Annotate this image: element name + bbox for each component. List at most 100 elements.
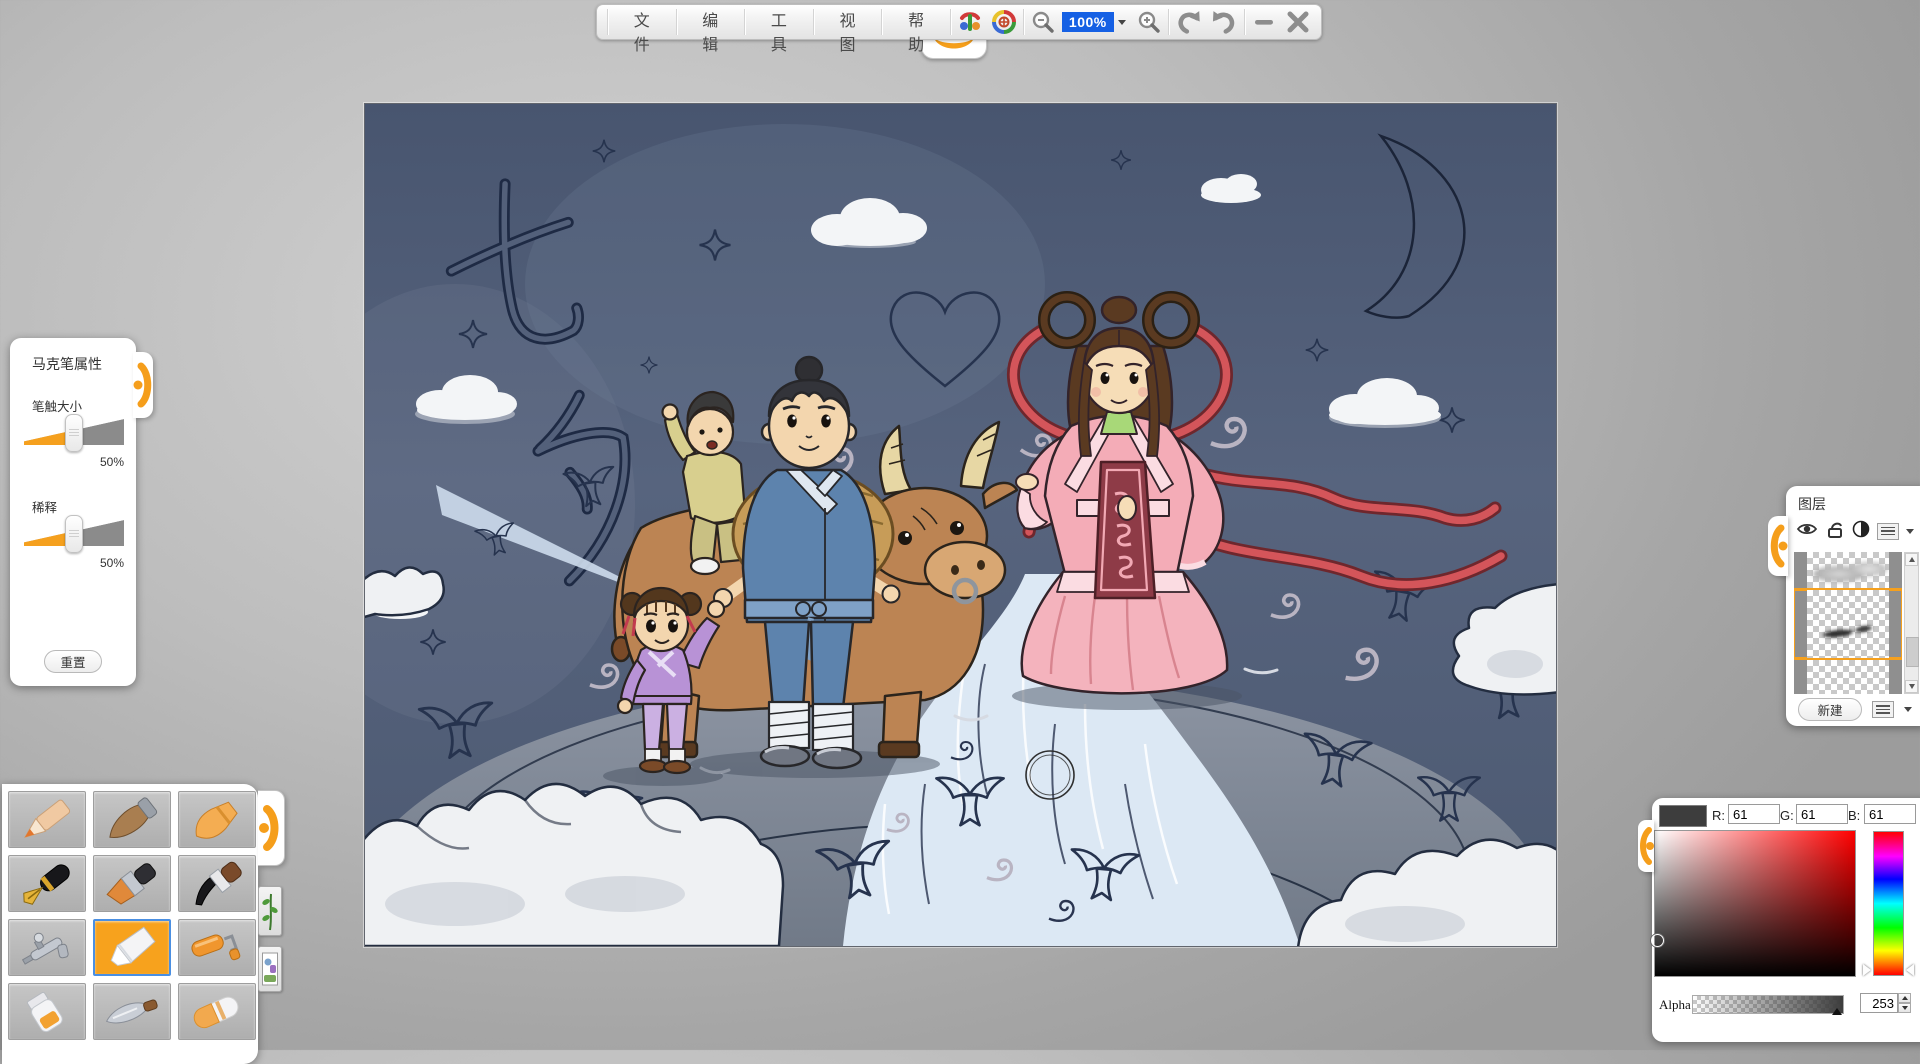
alpha-spin-up[interactable]: [1898, 993, 1911, 1003]
red-field[interactable]: [1728, 804, 1780, 824]
toolbar-divider: [1244, 9, 1246, 35]
zoom-level-field[interactable]: 100%: [1061, 12, 1114, 32]
toolbar-divider: [606, 9, 608, 35]
zoom-level-value: 100%: [1068, 14, 1107, 30]
toolbar-divider: [744, 9, 746, 35]
orange-grip-icon: [1770, 524, 1788, 568]
tool-eraser[interactable]: [178, 983, 256, 1040]
drawing-canvas[interactable]: [364, 103, 1557, 947]
layer-row-sketch-selected[interactable]: [1794, 588, 1902, 660]
scroll-down-arrow[interactable]: [1905, 680, 1918, 693]
toolbar-divider: [949, 9, 951, 35]
menu-file[interactable]: 文件: [610, 7, 674, 54]
tool-fountain-pen[interactable]: [8, 855, 86, 912]
layer-options-icon[interactable]: [1872, 701, 1894, 718]
menu-edit[interactable]: 编辑: [679, 7, 743, 54]
layer-thumbnail: [1807, 590, 1889, 658]
layer-thumbnail: [1807, 660, 1889, 694]
green-label: G:: [1780, 808, 1794, 823]
dilution-value: 50%: [99, 556, 124, 570]
dilution-label: 稀释: [32, 501, 58, 515]
alpha-label: Alpha: [1659, 997, 1691, 1012]
zoom-out-button[interactable]: [1026, 7, 1060, 37]
main-toolbar: 文件 编辑 工具 视图 帮助 100%: [596, 4, 1322, 54]
tool-crayon[interactable]: [178, 791, 256, 848]
hue-bar[interactable]: [1873, 831, 1904, 976]
layer-menu-icon[interactable]: [1877, 522, 1899, 540]
new-layer-button[interactable]: 新建: [1798, 698, 1862, 721]
layers-panel-handle[interactable]: [1768, 516, 1788, 576]
menu-view[interactable]: 视图: [816, 7, 880, 54]
current-color-swatch: [1659, 805, 1707, 827]
scrollbar-thumb[interactable]: [1906, 637, 1919, 667]
tool-grid: [2, 784, 258, 1040]
color-picker-panel: R: G: B: Alpha: [1638, 798, 1920, 1042]
layers-panel-title: 图层: [1798, 496, 1826, 512]
blend-half-icon[interactable]: [1852, 520, 1870, 543]
layer-list: [1794, 552, 1902, 694]
layer-row-clouds[interactable]: [1794, 552, 1902, 588]
layer-row-empty[interactable]: [1794, 660, 1902, 694]
tool-wooden-pen[interactable]: [93, 791, 171, 848]
layer-scrollbar[interactable]: [1904, 552, 1919, 694]
marker-properties-panel: 马克笔属性 笔触大小 50% 稀释 50% 重置: [10, 338, 153, 686]
menu-tools[interactable]: 工具: [747, 7, 811, 54]
alpha-slider[interactable]: [1692, 995, 1844, 1015]
marker-panel-handle[interactable]: [133, 352, 153, 418]
undo-button[interactable]: [1171, 7, 1207, 37]
layer-options-caret[interactable]: [1904, 707, 1912, 712]
hue-marker-right[interactable]: [1906, 964, 1914, 976]
tool-marker[interactable]: [93, 919, 171, 976]
menu-help[interactable]: 帮助: [884, 7, 948, 54]
tool-ink-brush[interactable]: [178, 855, 256, 912]
picture-stamp-tab[interactable]: [258, 946, 282, 992]
zoom-in-button[interactable]: [1132, 7, 1166, 37]
tool-airbrush[interactable]: [8, 919, 86, 976]
plant-stamp-tab[interactable]: [258, 886, 282, 936]
sv-cursor-ring[interactable]: [1651, 934, 1664, 947]
scroll-up-arrow[interactable]: [1905, 553, 1918, 566]
rainbow-wheel-icon[interactable]: [987, 7, 1021, 37]
canvas-artwork: [365, 104, 1556, 946]
alpha-marker[interactable]: [1832, 1008, 1842, 1015]
tool-flat-brush[interactable]: [93, 855, 171, 912]
toolbar-divider: [1167, 9, 1169, 35]
red-label: R:: [1712, 808, 1725, 823]
tool-palette-knife[interactable]: [93, 983, 171, 1040]
green-field[interactable]: [1796, 804, 1848, 824]
tool-colored-pencil[interactable]: [8, 791, 86, 848]
toolbar-divider: [812, 9, 814, 35]
hue-marker-left[interactable]: [1863, 964, 1871, 976]
toolbar-divider: [1022, 9, 1024, 35]
marker-panel-title: 马克笔属性: [32, 356, 102, 372]
layer-menu-caret[interactable]: [1906, 528, 1914, 534]
zoom-dropdown-caret[interactable]: [1117, 19, 1126, 25]
layer-thumbnail: [1807, 552, 1889, 588]
rainbow-figure-icon[interactable]: [953, 7, 987, 37]
blue-field[interactable]: [1864, 804, 1916, 824]
tool-paint-tube[interactable]: [8, 983, 86, 1040]
alpha-gradient: [1693, 996, 1843, 1013]
color-picker-handle[interactable]: [1638, 820, 1654, 872]
alpha-spin-down[interactable]: [1898, 1003, 1911, 1013]
visibility-eye-icon[interactable]: [1796, 521, 1818, 542]
dilution-slider-handle[interactable]: [65, 515, 83, 553]
minimize-button[interactable]: [1247, 7, 1281, 37]
layer-frame: [1794, 590, 1807, 658]
reset-button[interactable]: 重置: [44, 650, 102, 673]
picture-stamp-icon: [262, 952, 278, 986]
saturation-value-square[interactable]: [1651, 830, 1856, 977]
dilution-slider[interactable]: [24, 515, 124, 553]
unlock-icon[interactable]: [1825, 520, 1845, 543]
close-button[interactable]: [1281, 7, 1315, 37]
brush-size-slider-handle[interactable]: [65, 414, 83, 452]
alpha-value-field[interactable]: [1860, 993, 1898, 1013]
tool-paint-roller[interactable]: [178, 919, 256, 976]
layer-frame: [1889, 660, 1902, 694]
redo-button[interactable]: [1206, 7, 1242, 37]
blue-label: B:: [1848, 808, 1861, 823]
orange-grip-icon: [1640, 827, 1654, 865]
tool-palette-handle[interactable]: [258, 790, 285, 866]
brush-size-slider[interactable]: [24, 414, 124, 452]
layers-panel: 图层 新建: [1768, 486, 1920, 726]
